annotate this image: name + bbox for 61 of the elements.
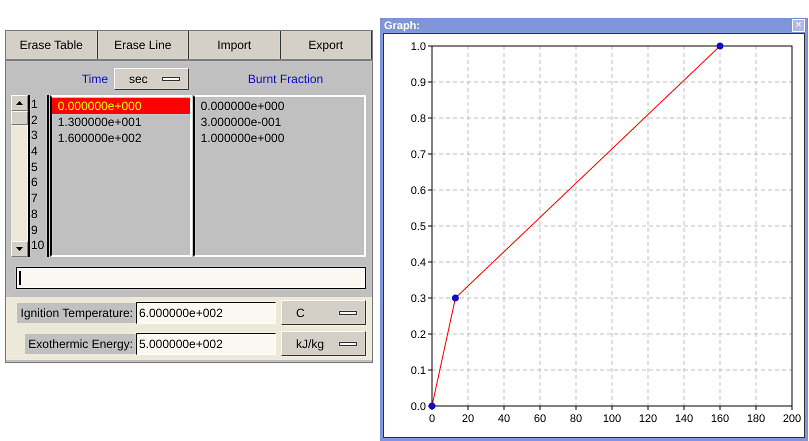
field-label: Ignition Temperature: (17, 302, 136, 322)
scrollbar-thumb[interactable] (11, 111, 28, 125)
tick-label: 140 (674, 413, 694, 425)
row-number: 6 (30, 174, 39, 190)
row-number: 2 (30, 112, 39, 128)
tick-label: 0.7 (410, 149, 426, 161)
data-point (428, 402, 436, 410)
tick-label: 20 (462, 413, 474, 425)
data-point (452, 294, 459, 302)
dropdown-grip-icon (162, 77, 180, 81)
tick-label: 80 (570, 413, 582, 425)
row-number: 1 (30, 96, 39, 112)
unit-dropdown[interactable]: sec (114, 68, 189, 90)
column-header: Time (82, 72, 108, 86)
row-number: 3 (30, 127, 39, 144)
row-number: 7 (30, 190, 39, 206)
table-cell[interactable]: 1.600000e+002 (52, 130, 190, 146)
row-number: 10 (30, 237, 46, 253)
scroll-down-button[interactable] (11, 241, 28, 257)
tick-label: 40 (498, 413, 510, 425)
tick-label: 0.8 (410, 113, 426, 125)
down-arrow-icon (16, 247, 23, 251)
dropdown-grip-icon (339, 342, 357, 346)
tick-label: 0.9 (410, 77, 426, 89)
scroll-up-button[interactable] (11, 95, 28, 111)
tick-label: 0.3 (410, 293, 426, 305)
tick-label: 160 (710, 413, 730, 425)
input-field[interactable]: 5.000000e+002 (136, 332, 276, 354)
tick-label: 0.5 (410, 221, 426, 233)
unit-dropdown[interactable]: C (281, 300, 366, 325)
tick-label: 0.6 (410, 185, 426, 197)
tick-label: 0 (428, 413, 436, 425)
table-cell[interactable]: 1.300000e+001 (52, 114, 190, 130)
tick-label: 0.4 (410, 257, 426, 269)
input-field[interactable]: 6.000000e+002 (136, 302, 276, 324)
tick-label: 0.2 (410, 329, 426, 341)
table-cell[interactable]: 0.000000e+000 (194, 98, 364, 114)
unit-dropdown[interactable]: kJ/kg (281, 331, 366, 356)
row-number: 8 (30, 206, 39, 222)
window-title: Graph: (384, 20, 420, 32)
tick-label: 0.0 (410, 401, 426, 413)
table-cell[interactable]: 1.000000e+000 (194, 130, 364, 146)
tick-label: 1.0 (410, 41, 426, 53)
table-cell[interactable]: 0.000000e+000 (52, 98, 190, 114)
up-arrow-icon (16, 101, 23, 105)
table-cell[interactable]: 3.000000e-001 (194, 114, 364, 130)
tick-label: 0.1 (410, 365, 426, 377)
row-number: 4 (30, 143, 39, 159)
tick-label: 120 (638, 413, 658, 425)
scrollbar[interactable] (11, 95, 28, 257)
column-header: Burnt Fraction (248, 72, 324, 86)
tick-label: 200 (782, 413, 802, 425)
field-label: Exothermic Energy: (25, 334, 136, 354)
row-number: 5 (30, 158, 39, 174)
data-point (716, 42, 724, 50)
row-number: 9 (30, 222, 39, 238)
dropdown-grip-icon (339, 310, 357, 314)
input-field[interactable] (16, 267, 366, 289)
tick-label: 100 (602, 413, 622, 425)
tick-label: 180 (746, 413, 766, 425)
tick-label: 60 (534, 413, 546, 425)
